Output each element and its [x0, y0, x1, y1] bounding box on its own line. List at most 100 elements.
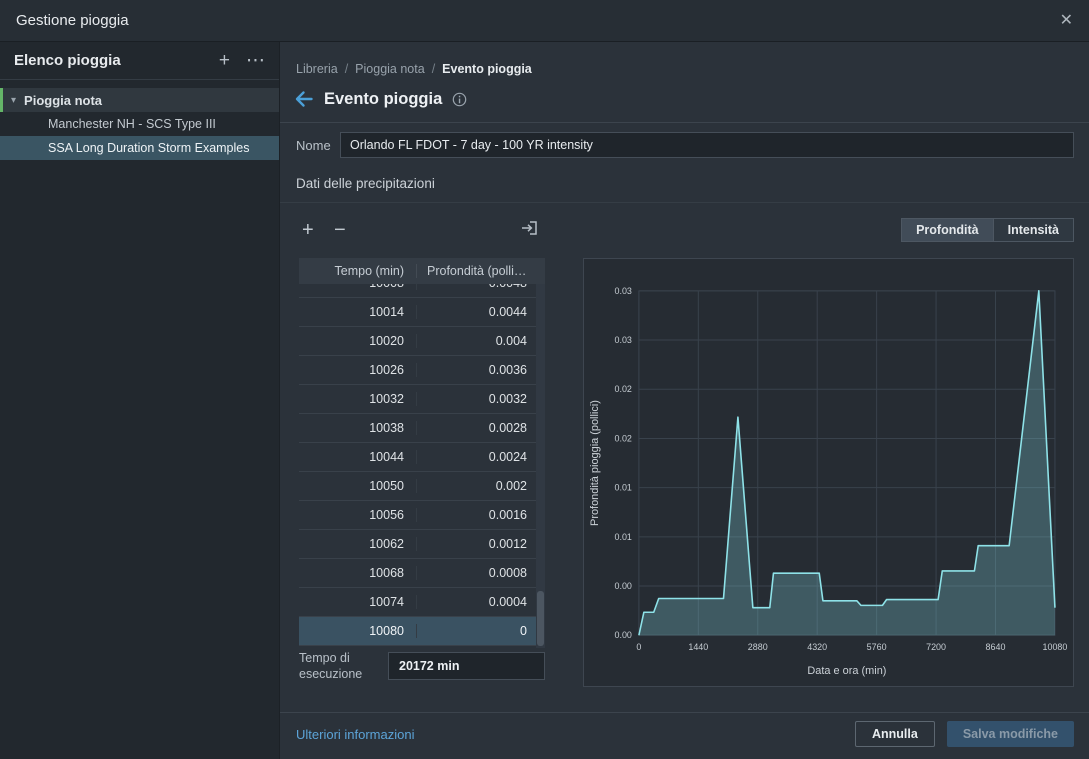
breadcrumb-item: Evento pioggia: [442, 62, 532, 76]
cell-time: 10014: [299, 305, 417, 319]
svg-text:0.03: 0.03: [615, 335, 632, 345]
cell-depth: 0.0012: [488, 537, 527, 551]
table-row[interactable]: 100080.0048: [299, 284, 536, 298]
cell-time: 10056: [299, 508, 417, 522]
depth-intensity-toggle: Profondità Intensità: [901, 218, 1074, 242]
tree-group-pioggia-nota[interactable]: ▾ Pioggia nota: [0, 88, 279, 112]
page-title: Evento pioggia: [324, 89, 443, 108]
close-icon[interactable]: ✕: [1060, 12, 1073, 29]
sidebar-header: Elenco pioggia + ⋯: [0, 42, 279, 80]
svg-text:0.01: 0.01: [615, 483, 632, 493]
cell-time: 10044: [299, 450, 417, 464]
svg-text:0.03: 0.03: [615, 286, 632, 296]
more-options-icon[interactable]: ⋯: [246, 51, 265, 70]
name-input[interactable]: [340, 132, 1074, 158]
table-rows: 100080.0048 10014 0.0044 10020 0.004 10026 0.0…: [299, 284, 536, 646]
back-arrow-icon[interactable]: [294, 90, 314, 108]
breadcrumb-item[interactable]: Libreria: [296, 62, 338, 76]
table-row[interactable]: 10068 0.0008: [299, 559, 536, 588]
table-row[interactable]: 10038 0.0028: [299, 414, 536, 443]
footer: Ulteriori informazioni Annulla Salva mod…: [296, 720, 1074, 748]
cell-depth: 0.0032: [488, 392, 527, 406]
cell-time: 10080: [299, 624, 417, 638]
name-row: Nome: [296, 132, 1074, 158]
precipitation-table: Tempo (min) Profondità (polli… 100080.00…: [299, 258, 545, 648]
scrollbar-thumb[interactable]: [537, 591, 544, 646]
svg-text:10080: 10080: [1043, 642, 1068, 652]
cell-time: 10062: [299, 537, 417, 551]
add-row-button[interactable]: +: [302, 218, 314, 242]
cell-depth: 0.0008: [488, 566, 527, 580]
cell-depth: 0.0036: [488, 363, 527, 377]
rain-tree: ▾ Pioggia nota Manchester NH - SCS Type …: [0, 88, 279, 160]
cell-depth: 0.0024: [488, 450, 527, 464]
rain-list-sidebar: Elenco pioggia + ⋯ ▾ Pioggia nota Manche…: [0, 42, 280, 759]
divider: [280, 712, 1089, 713]
svg-text:0: 0: [636, 642, 641, 652]
runtime-value-field[interactable]: [388, 652, 545, 681]
rainfall-chart-panel: 0 1440 2880 4320 5760 7200 8640 10080 0.00 0.00 0.…: [583, 258, 1074, 687]
breadcrumb: Libreria / Pioggia nota / Evento pioggia: [296, 62, 532, 76]
cancel-button[interactable]: Annulla: [854, 721, 935, 747]
sidebar-title: Elenco pioggia: [14, 52, 121, 69]
breadcrumb-item[interactable]: Pioggia nota: [355, 62, 425, 76]
main-panel: Libreria / Pioggia nota / Evento pioggia Eve…: [280, 42, 1089, 759]
info-icon[interactable]: [452, 92, 467, 107]
cell-depth: 0.0048: [417, 284, 536, 290]
sidebar-item-manchester-nh-scs-type-iii[interactable]: Manchester NH - SCS Type III: [0, 112, 279, 136]
cell-depth: 0: [520, 624, 527, 638]
table-row[interactable]: 10074 0.0004: [299, 588, 536, 617]
cell-depth: 0.0016: [488, 508, 527, 522]
more-info-link[interactable]: Ulteriori informazioni: [296, 727, 414, 742]
tree-children: Manchester NH - SCS Type III SSA Long Dur…: [0, 112, 279, 160]
table-row[interactable]: 10032 0.0032: [299, 385, 536, 414]
dialog-title: Gestione pioggia: [16, 12, 129, 29]
dialog-titlebar: Gestione pioggia ✕: [0, 0, 1089, 42]
runtime-row: Tempo di esecuzione: [299, 650, 545, 683]
cell-time: 10074: [299, 595, 417, 609]
name-label: Nome: [296, 137, 331, 153]
tree-group-label: Pioggia nota: [24, 92, 103, 108]
breadcrumb-separator: /: [431, 62, 436, 76]
svg-text:0.01: 0.01: [615, 532, 632, 542]
svg-text:0.00: 0.00: [615, 630, 632, 640]
svg-text:0.02: 0.02: [615, 384, 632, 394]
table-row[interactable]: 10020 0.004: [299, 327, 536, 356]
column-header-depth: Profondità (polli…: [427, 264, 527, 278]
table-row[interactable]: 10050 0.002: [299, 472, 536, 501]
svg-text:2880: 2880: [748, 642, 768, 652]
precipitation-toolbar: + − Profondità Intensità: [280, 218, 1074, 242]
table-row[interactable]: 10044 0.0024: [299, 443, 536, 472]
add-rain-icon[interactable]: +: [219, 51, 230, 70]
remove-row-button[interactable]: −: [334, 218, 346, 242]
svg-text:0.02: 0.02: [615, 433, 632, 443]
cell-depth: 0.002: [495, 479, 527, 493]
import-data-icon[interactable]: [520, 218, 540, 242]
toggle-intensità[interactable]: Intensità: [993, 218, 1074, 242]
cell-depth: 0.0004: [488, 595, 527, 609]
table-scrollbar[interactable]: [536, 284, 545, 648]
svg-text:0.00: 0.00: [615, 581, 632, 591]
cell-time: 10068: [299, 566, 417, 580]
sidebar-item-ssa-long-duration-storm-examples[interactable]: SSA Long Duration Storm Examples: [0, 136, 279, 160]
table-row[interactable]: 10062 0.0012: [299, 530, 536, 559]
cell-time: 10020: [299, 334, 417, 348]
table-row[interactable]: 10026 0.0036: [299, 356, 536, 385]
toggle-profondità[interactable]: Profondità: [901, 218, 994, 242]
table-row[interactable]: 10014 0.0044: [299, 298, 536, 327]
section-title: Dati delle precipitazioni: [296, 176, 435, 191]
rain-manager-dialog: Gestione pioggia ✕ Elenco pioggia + ⋯ ▾ …: [0, 0, 1089, 759]
svg-text:8640: 8640: [986, 642, 1006, 652]
table-header: Tempo (min) Profondità (polli…: [299, 258, 545, 284]
svg-text:Data e ora (min): Data e ora (min): [807, 665, 886, 677]
svg-text:7200: 7200: [926, 642, 946, 652]
svg-text:Profondità pioggia (pollici): Profondità pioggia (pollici): [589, 400, 601, 526]
table-row[interactable]: 10080 0: [299, 617, 536, 646]
save-changes-button[interactable]: Salva modifiche: [946, 721, 1074, 747]
cell-time: 10050: [299, 479, 417, 493]
chevron-down-icon[interactable]: ▾: [11, 95, 16, 106]
cell-depth: 0.0028: [488, 421, 527, 435]
table-row[interactable]: 10056 0.0016: [299, 501, 536, 530]
cell-time: 10032: [299, 392, 417, 406]
cell-time: 10008: [299, 284, 417, 290]
